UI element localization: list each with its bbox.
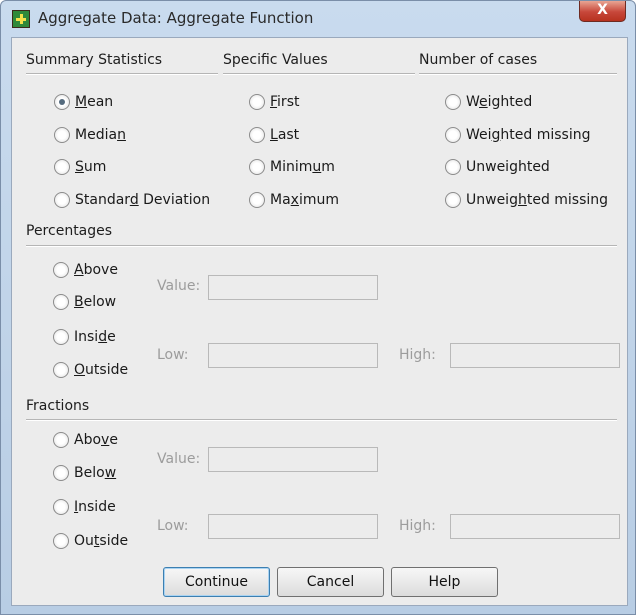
spss-data-grid-icon: [12, 10, 30, 28]
help-button[interactable]: Help: [391, 567, 498, 597]
radio-label: Above: [74, 432, 118, 448]
radio-label: Last: [270, 127, 300, 143]
percentages-radio-2[interactable]: Below: [53, 294, 116, 310]
dialog-body: Summary Statistics Specific Values Numbe…: [11, 37, 628, 606]
specific-values-divider: [223, 73, 415, 75]
radio-circle[interactable]: [445, 127, 461, 143]
aggregate-function-dialog: Aggregate Data: Aggregate Function X Sum…: [0, 0, 636, 615]
window-title: Aggregate Data: Aggregate Function: [38, 9, 314, 27]
fractions-radio-4[interactable]: Outside: [53, 533, 128, 549]
radio-label: Mean: [75, 94, 114, 110]
radio-circle[interactable]: [249, 192, 265, 208]
fractions-radio-2[interactable]: Below: [53, 465, 116, 481]
radio-circle[interactable]: [53, 362, 69, 378]
percentages-divider: [26, 245, 617, 247]
continue-button[interactable]: Continue: [163, 567, 270, 597]
radio-circle[interactable]: [249, 94, 265, 110]
fractions-low-label: Low:: [157, 518, 189, 534]
summary-statistics-divider: [26, 73, 218, 75]
radio-circle[interactable]: [54, 127, 70, 143]
percentages-radio-3[interactable]: Inside: [53, 329, 116, 345]
radio-circle[interactable]: [53, 262, 69, 278]
close-button[interactable]: X: [579, 1, 626, 22]
radio-circle[interactable]: [249, 127, 265, 143]
fractions-low-input[interactable]: [208, 514, 378, 539]
fractions-value-label: Value:: [157, 451, 201, 467]
summary-statistics-radio-3[interactable]: Sum: [54, 159, 106, 175]
fractions-high-label: High:: [399, 518, 436, 534]
radio-circle[interactable]: [53, 465, 69, 481]
radio-circle[interactable]: [53, 329, 69, 345]
radio-circle[interactable]: [445, 94, 461, 110]
radio-circle[interactable]: [54, 159, 70, 175]
specific-values-radio-4[interactable]: Maximum: [249, 192, 339, 208]
radio-circle[interactable]: [445, 159, 461, 175]
percentages-high-input[interactable]: [450, 343, 620, 368]
percentages-high-label: High:: [399, 347, 436, 363]
number-of-cases-divider: [419, 73, 617, 75]
radio-circle[interactable]: [53, 432, 69, 448]
fractions-radio-1[interactable]: Above: [53, 432, 118, 448]
percentages-radio-4[interactable]: Outside: [53, 362, 128, 378]
radio-label: Maximum: [270, 192, 340, 208]
summary-statistics-radio-1[interactable]: Mean: [54, 94, 113, 110]
cancel-button[interactable]: Cancel: [277, 567, 384, 597]
percentages-label: Percentages: [26, 223, 113, 239]
radio-circle[interactable]: [54, 192, 70, 208]
fractions-value-input[interactable]: [208, 447, 378, 472]
radio-label: Minimum: [270, 159, 335, 175]
percentages-low-label: Low:: [157, 347, 189, 363]
title-bar: Aggregate Data: Aggregate Function X: [1, 1, 635, 37]
radio-label: Weighted: [466, 94, 533, 110]
summary-statistics-radio-4[interactable]: Standard Deviation: [54, 192, 210, 208]
fractions-radio-3[interactable]: Inside: [53, 499, 116, 515]
specific-values-label: Specific Values: [223, 52, 328, 68]
percentages-value-label: Value:: [157, 278, 201, 294]
radio-label: Median: [75, 127, 126, 143]
number-of-cases-radio-3[interactable]: Unweighted: [445, 159, 550, 175]
radio-label: Below: [74, 294, 117, 310]
radio-label: Below: [74, 465, 117, 481]
specific-values-radio-3[interactable]: Minimum: [249, 159, 335, 175]
specific-values-radio-1[interactable]: First: [249, 94, 299, 110]
fractions-high-input[interactable]: [450, 514, 620, 539]
specific-values-radio-2[interactable]: Last: [249, 127, 299, 143]
radio-label: Standard Deviation: [75, 192, 211, 208]
radio-circle[interactable]: [53, 294, 69, 310]
radio-circle[interactable]: [445, 192, 461, 208]
radio-circle[interactable]: [54, 94, 70, 110]
number-of-cases-radio-1[interactable]: Weighted: [445, 94, 532, 110]
radio-label: Sum: [75, 159, 107, 175]
radio-label: Unweighted: [466, 159, 550, 175]
radio-label: Unweighted missing: [466, 192, 609, 208]
radio-circle[interactable]: [53, 533, 69, 549]
radio-circle[interactable]: [249, 159, 265, 175]
summary-statistics-label: Summary Statistics: [26, 52, 163, 68]
summary-statistics-radio-2[interactable]: Median: [54, 127, 126, 143]
number-of-cases-label: Number of cases: [419, 52, 538, 68]
radio-circle[interactable]: [53, 499, 69, 515]
percentages-radio-1[interactable]: Above: [53, 262, 118, 278]
radio-label: Above: [74, 262, 118, 278]
percentages-low-input[interactable]: [208, 343, 378, 368]
number-of-cases-radio-4[interactable]: Unweighted missing: [445, 192, 608, 208]
radio-label: Outside: [74, 362, 129, 378]
radio-label: Inside: [74, 329, 116, 345]
percentages-value-input[interactable]: [208, 275, 378, 300]
radio-label: Weighted missing: [466, 127, 591, 143]
fractions-label: Fractions: [26, 398, 90, 414]
radio-label: Inside: [74, 499, 116, 515]
radio-label: First: [270, 94, 300, 110]
radio-label: Outside: [74, 533, 129, 549]
fractions-divider: [26, 419, 617, 421]
number-of-cases-radio-2[interactable]: Weighted missing: [445, 127, 591, 143]
